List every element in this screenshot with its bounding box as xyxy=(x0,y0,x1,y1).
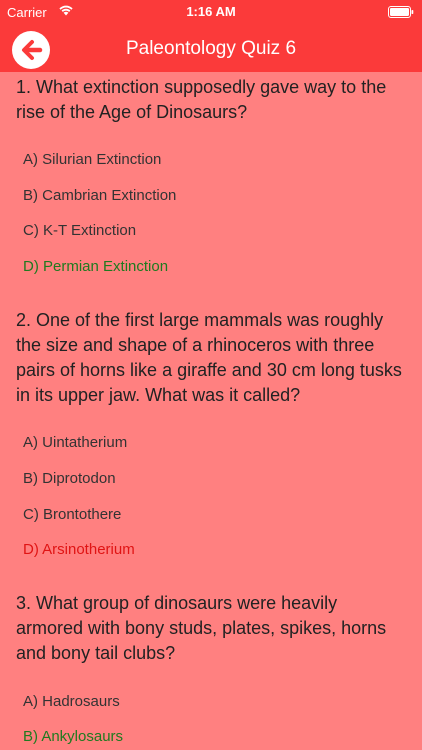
answer-1a[interactable]: A) Silurian Extinction xyxy=(23,151,161,168)
navigation-bar: Paleontology Quiz 6 xyxy=(0,24,422,72)
quiz-content: 1. What extinction supposedly gave way t… xyxy=(0,72,422,750)
answer-1c[interactable]: C) K-T Extinction xyxy=(23,222,136,239)
answer-2c[interactable]: C) Brontothere xyxy=(23,506,121,523)
answer-2a[interactable]: A) Uintatherium xyxy=(23,434,127,451)
question-1-text: 1. What extinction supposedly gave way t… xyxy=(16,77,387,122)
question-3-text: 3. What group of dinosaurs were heavily … xyxy=(16,593,387,663)
question-2-text: 2. One of the first large mammals was ro… xyxy=(16,310,402,405)
answer-1d[interactable]: D) Permian Extinction xyxy=(23,258,168,275)
battery-icon xyxy=(388,6,414,18)
answer-3b[interactable]: B) Ankylosaurs xyxy=(23,728,123,745)
answer-3a[interactable]: A) Hadrosaurs xyxy=(23,693,120,710)
answer-2b[interactable]: B) Diprotodon xyxy=(23,470,116,487)
page-title: Paleontology Quiz 6 xyxy=(125,38,297,59)
answer-2d[interactable]: D) Arsinotherium xyxy=(23,541,135,558)
status-time: 1:16 AM xyxy=(186,4,236,19)
status-bar: Carrier 1:16 AM xyxy=(0,0,422,24)
answer-1b[interactable]: B) Cambrian Extinction xyxy=(23,187,176,204)
